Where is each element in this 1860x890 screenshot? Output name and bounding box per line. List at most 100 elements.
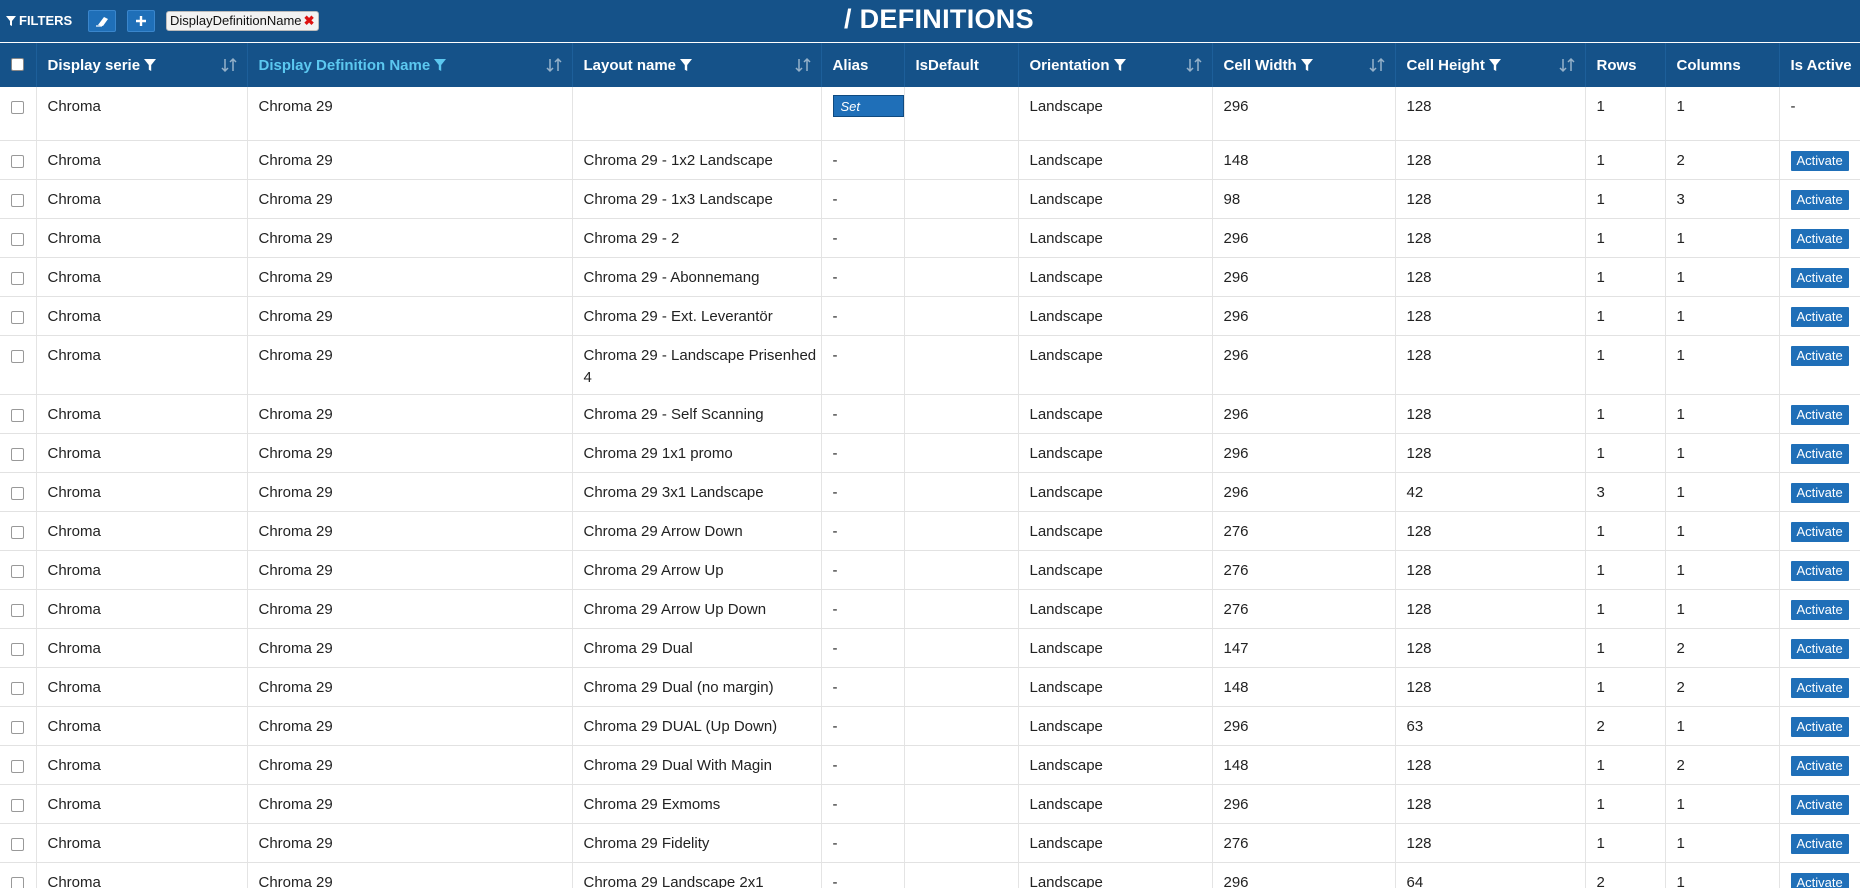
row-checkbox[interactable] bbox=[11, 487, 25, 500]
cell-layout: Chroma 29 Dual bbox=[572, 628, 822, 668]
col-header-display-definition-name[interactable]: Display Definition Name bbox=[247, 43, 573, 87]
cell-ddname: Chroma 29 bbox=[247, 706, 573, 746]
activate-button[interactable]: Activate bbox=[1790, 717, 1849, 737]
row-checkbox[interactable] bbox=[11, 565, 25, 578]
add-filter-button[interactable] bbox=[127, 10, 155, 32]
activate-button[interactable]: Activate bbox=[1790, 834, 1849, 854]
table-row[interactable]: Chroma Chroma 29 Chroma 29 Dual (no margin… bbox=[0, 667, 1860, 707]
col-header-display-serie[interactable]: Display serie bbox=[36, 43, 248, 87]
column-filter-icon[interactable] bbox=[1113, 58, 1126, 71]
table-row[interactable]: Chroma Chroma 29 Chroma 29 Fidelity - Landsc… bbox=[0, 823, 1860, 863]
row-select-cell bbox=[0, 140, 37, 180]
cell-text: 1 bbox=[1596, 601, 1605, 618]
table-row[interactable]: Chroma Chroma 29 Chroma 29 Exmoms - Landscap… bbox=[0, 784, 1860, 824]
activate-button[interactable]: Activate bbox=[1790, 483, 1849, 503]
table-row[interactable]: Chroma Chroma 29 Chroma 29 Landscape 2x1 - L… bbox=[0, 862, 1860, 888]
table-row[interactable]: Chroma Chroma 29 Chroma 29 - Landscape Pri… bbox=[0, 335, 1860, 395]
table-row[interactable]: Chroma Chroma 29 Chroma 29 DUAL (Up Down) -… bbox=[0, 706, 1860, 746]
row-checkbox[interactable] bbox=[11, 448, 25, 461]
table-row[interactable]: Chroma Chroma 29 Chroma 29 Arrow Down - Land… bbox=[0, 511, 1860, 551]
col-header-orientation[interactable]: Orientation bbox=[1018, 43, 1213, 87]
sort-icon[interactable] bbox=[794, 57, 811, 73]
table-row[interactable]: Chroma Chroma 29 Chroma 29 Arrow Up Down - L… bbox=[0, 589, 1860, 629]
clear-filters-button[interactable] bbox=[88, 10, 116, 32]
row-checkbox[interactable] bbox=[11, 272, 25, 285]
activate-button[interactable]: Activate bbox=[1790, 600, 1849, 620]
cell-text: 1 bbox=[1596, 152, 1605, 169]
row-checkbox[interactable] bbox=[11, 409, 25, 422]
cell-cellw: 296 bbox=[1212, 862, 1396, 888]
row-checkbox[interactable] bbox=[11, 233, 25, 246]
row-checkbox[interactable] bbox=[11, 721, 25, 734]
table-row[interactable]: Chroma Chroma 29 Chroma 29 Dual With Magin… bbox=[0, 745, 1860, 785]
row-checkbox[interactable] bbox=[11, 311, 25, 324]
row-checkbox[interactable] bbox=[11, 643, 25, 656]
table-row[interactable]: Chroma Chroma 29 Chroma 29 - 1x3 Landscape… bbox=[0, 179, 1860, 219]
column-filter-icon[interactable] bbox=[680, 58, 693, 71]
set-alias-button[interactable]: Set Alias? bbox=[832, 95, 903, 136]
filters-toggle[interactable]: FILTERS bbox=[6, 13, 72, 28]
table-row[interactable]: Chroma Chroma 29 Chroma 29 Dual - Landscape 1… bbox=[0, 628, 1860, 668]
activate-button[interactable]: Activate bbox=[1790, 678, 1849, 698]
activate-button[interactable]: Activate bbox=[1790, 405, 1849, 425]
table-row[interactable]: Chroma Chroma 29 Set Alias? Landscape 296 128… bbox=[0, 87, 1860, 141]
cell-text: 1 bbox=[1676, 406, 1685, 423]
row-checkbox[interactable] bbox=[11, 760, 25, 773]
sort-icon[interactable] bbox=[1368, 57, 1385, 73]
select-all-checkbox[interactable] bbox=[11, 57, 25, 71]
row-select-cell bbox=[0, 296, 37, 336]
row-checkbox[interactable] bbox=[11, 350, 25, 363]
cell-text: 1 bbox=[1596, 757, 1605, 774]
sort-icon[interactable] bbox=[1185, 57, 1202, 73]
activate-button[interactable]: Activate bbox=[1790, 795, 1849, 815]
activate-button[interactable]: Activate bbox=[1790, 346, 1849, 366]
cell-serie: Chroma bbox=[36, 140, 248, 180]
cell-isdefault bbox=[904, 179, 1019, 219]
activate-button[interactable]: Activate bbox=[1790, 522, 1849, 542]
activate-button[interactable]: Activate bbox=[1790, 639, 1849, 659]
cell-layout: Chroma 29 - 1x2 Landscape bbox=[572, 140, 822, 180]
column-filter-icon[interactable] bbox=[1488, 58, 1501, 71]
table-row[interactable]: Chroma Chroma 29 Chroma 29 - Abonnemang - La… bbox=[0, 257, 1860, 297]
activate-button[interactable]: Activate bbox=[1790, 444, 1849, 464]
table-row[interactable]: Chroma Chroma 29 Chroma 29 - Self Scanning… bbox=[0, 394, 1860, 434]
cell-text: 128 bbox=[1406, 98, 1432, 115]
activate-button[interactable]: Activate bbox=[1790, 307, 1849, 327]
activate-button[interactable]: Activate bbox=[1790, 873, 1849, 888]
column-filter-icon[interactable] bbox=[1300, 58, 1313, 71]
activate-button[interactable]: Activate bbox=[1790, 151, 1849, 171]
column-filter-icon[interactable] bbox=[144, 58, 157, 71]
col-header-layout-name[interactable]: Layout name bbox=[572, 43, 822, 87]
activate-button[interactable]: Activate bbox=[1790, 756, 1849, 776]
table-row[interactable]: Chroma Chroma 29 Chroma 29 1x1 promo - Lands… bbox=[0, 433, 1860, 473]
activate-button[interactable]: Activate bbox=[1790, 268, 1849, 288]
table-row[interactable]: Chroma Chroma 29 Chroma 29 Arrow Up - Landsc… bbox=[0, 550, 1860, 590]
col-header-cell-height[interactable]: Cell Height bbox=[1395, 43, 1586, 87]
cell-rows: 1 bbox=[1585, 296, 1666, 336]
table-row[interactable]: Chroma Chroma 29 Chroma 29 - 2 - Landscape 29… bbox=[0, 218, 1860, 258]
activate-button[interactable]: Activate bbox=[1790, 561, 1849, 581]
cell-alias: - bbox=[821, 179, 905, 219]
row-select-cell bbox=[0, 862, 37, 888]
activate-button[interactable]: Activate bbox=[1790, 229, 1849, 249]
table-row[interactable]: Chroma Chroma 29 Chroma 29 3x1 Landscape - L… bbox=[0, 472, 1860, 512]
table-row[interactable]: Chroma Chroma 29 Chroma 29 - Ext. Leverant… bbox=[0, 296, 1860, 336]
column-filter-active-icon[interactable] bbox=[434, 58, 447, 71]
row-checkbox[interactable] bbox=[11, 194, 25, 207]
filter-chip[interactable]: DisplayDefinitionName ✖ bbox=[166, 11, 319, 31]
sort-icon[interactable] bbox=[545, 57, 562, 73]
sort-icon[interactable] bbox=[1558, 57, 1575, 73]
activate-button[interactable]: Activate bbox=[1790, 190, 1849, 210]
row-checkbox[interactable] bbox=[11, 838, 25, 851]
row-checkbox[interactable] bbox=[11, 155, 25, 168]
row-checkbox[interactable] bbox=[11, 682, 25, 695]
remove-filter-icon[interactable]: ✖ bbox=[304, 12, 315, 30]
row-checkbox[interactable] bbox=[11, 799, 25, 812]
row-checkbox[interactable] bbox=[11, 526, 25, 539]
table-row[interactable]: Chroma Chroma 29 Chroma 29 - 1x2 Landscape… bbox=[0, 140, 1860, 180]
col-header-cell-width[interactable]: Cell Width bbox=[1212, 43, 1396, 87]
sort-icon[interactable] bbox=[220, 57, 237, 73]
row-checkbox[interactable] bbox=[11, 604, 25, 617]
row-checkbox[interactable] bbox=[11, 101, 25, 114]
row-checkbox[interactable] bbox=[11, 877, 25, 888]
